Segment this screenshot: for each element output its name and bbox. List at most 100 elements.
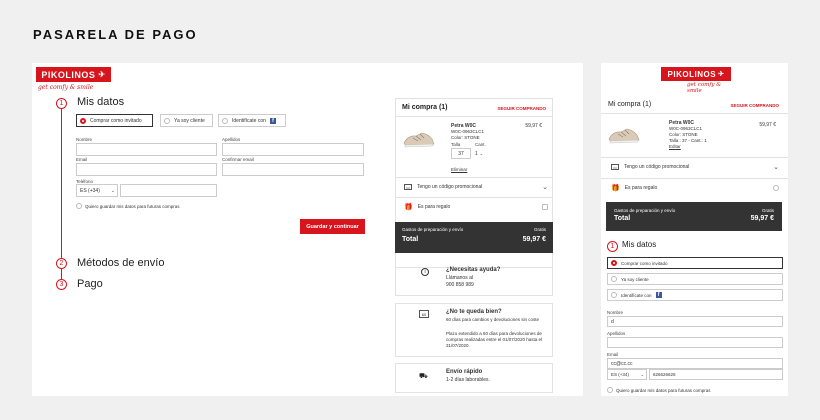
save-data-row[interactable]: Quiero guardar mis datos para futuras co… bbox=[76, 203, 180, 209]
step-1-label[interactable]: Mis datos bbox=[622, 240, 656, 249]
product-image[interactable] bbox=[402, 125, 436, 151]
save-data-row[interactable]: Quiero guardar mis datos para futuras co… bbox=[607, 387, 711, 393]
cart-divider bbox=[601, 113, 788, 114]
client-option[interactable]: Ya soy cliente bbox=[607, 273, 783, 285]
guest-radio[interactable] bbox=[80, 117, 86, 124]
phone-prefix-select[interactable]: ES (+34) ⌄ bbox=[607, 369, 647, 380]
help-box: i ¿Necesitas ayuda? Llámanos al 900 858 … bbox=[395, 262, 553, 296]
nombre-label: Nombre bbox=[76, 137, 93, 142]
guest-option-label: Comprar como invitado bbox=[90, 117, 142, 124]
gift-icon: 🎁 bbox=[404, 204, 413, 211]
promo-code-row[interactable]: ▭ Tengo un código promocional ⌄ bbox=[404, 180, 548, 194]
email-input[interactable] bbox=[76, 163, 217, 176]
total-value: 59,97 € bbox=[522, 236, 546, 243]
chevron-down-icon: ⌄ bbox=[773, 164, 779, 171]
brand-slogan: get comfy & smile bbox=[687, 82, 722, 94]
step-3-number: 3 bbox=[56, 279, 67, 290]
brand-logo[interactable]: PIKOLINOS ✈ get comfy & smile bbox=[661, 67, 731, 94]
phone-input[interactable] bbox=[120, 184, 217, 197]
chevron-down-icon: ⌄ bbox=[640, 372, 644, 377]
phone-prefix-value: ES (+34) bbox=[611, 372, 629, 377]
product-color: Color: STONE bbox=[669, 132, 698, 137]
fit-box: 60 ¿No te queda bien? 60 días para cambi… bbox=[395, 303, 553, 357]
apellidos-input[interactable] bbox=[222, 143, 364, 156]
bird-icon: ✈ bbox=[98, 70, 106, 79]
product-color: Color: STONE bbox=[451, 135, 480, 140]
brand-logo-box: PIKOLINOS ✈ bbox=[661, 67, 731, 81]
edit-product-link[interactable]: Editar bbox=[669, 144, 681, 149]
promo-code-row[interactable]: ▭ Tengo un código promocional ⌄ bbox=[611, 161, 779, 173]
step-2-label[interactable]: Métodos de envío bbox=[77, 257, 164, 269]
fit-line1: 60 días para cambios y devoluciones sin … bbox=[446, 317, 540, 322]
total-value: 59,97 € bbox=[750, 215, 774, 222]
cart-summary: Mi compra (1) SEGUIR COMPRANDO Petra W0C… bbox=[395, 98, 553, 268]
cart-divider bbox=[396, 177, 552, 178]
save-data-checkbox[interactable] bbox=[607, 387, 613, 393]
facebook-radio[interactable] bbox=[611, 292, 617, 298]
confirm-email-input[interactable] bbox=[222, 163, 364, 176]
facebook-radio[interactable] bbox=[222, 117, 228, 124]
help-phone[interactable]: 900 858 989 bbox=[446, 282, 474, 288]
step-3-label[interactable]: Pago bbox=[77, 278, 103, 290]
brand-logo-box: PIKOLINOS ✈ bbox=[36, 67, 111, 82]
shoe-icon bbox=[403, 132, 435, 148]
brand-slogan: get comfy & smile bbox=[38, 84, 94, 91]
facebook-option[interactable]: Identifícate con f bbox=[607, 289, 783, 301]
coupon-icon: ▭ bbox=[611, 164, 619, 170]
facebook-icon: f bbox=[269, 117, 276, 124]
email-input[interactable]: cc@cc.cc bbox=[607, 358, 783, 369]
promo-code-label: Tengo un código promocional bbox=[417, 184, 483, 190]
apellidos-input[interactable] bbox=[607, 337, 783, 348]
cant-select[interactable]: 1 ⌄ bbox=[475, 148, 491, 159]
mobile-checkout-panel: PIKOLINOS ✈ get comfy & smile Mi compra … bbox=[601, 63, 788, 396]
gift-checkbox[interactable] bbox=[773, 185, 779, 191]
truck-icon: ⛟ bbox=[419, 373, 428, 380]
save-data-checkbox[interactable] bbox=[76, 203, 82, 209]
phone-prefix-value: ES (+34) bbox=[80, 187, 100, 194]
client-radio[interactable] bbox=[164, 117, 170, 124]
bird-icon: ✈ bbox=[718, 71, 725, 78]
facebook-option-label: Identifícate con bbox=[232, 117, 266, 124]
phone-prefix-select[interactable]: ES (+34) ⌄ bbox=[76, 184, 118, 197]
client-option-label: Ya soy cliente bbox=[174, 117, 205, 124]
product-price: 59,97 € bbox=[759, 122, 776, 128]
chevron-down-icon: ⌄ bbox=[110, 187, 115, 194]
talla-input[interactable]: 37 bbox=[451, 148, 471, 159]
facebook-option[interactable]: Identifícate con f bbox=[218, 114, 286, 127]
guest-option[interactable]: Comprar como invitado bbox=[607, 257, 783, 269]
phone-input[interactable]: 626626626 bbox=[649, 369, 783, 380]
cart-divider bbox=[396, 116, 552, 117]
product-image[interactable] bbox=[607, 121, 641, 147]
shipping-value: Gratis bbox=[533, 227, 546, 232]
guest-radio[interactable] bbox=[611, 260, 617, 266]
nombre-input[interactable]: d bbox=[607, 316, 783, 327]
step-1-label[interactable]: Mis datos bbox=[77, 96, 124, 108]
remove-product-link[interactable]: Eliminar bbox=[451, 167, 467, 172]
cart-title: Mi compra (1) bbox=[608, 101, 652, 108]
cant-label: Cant. bbox=[475, 142, 486, 147]
client-option[interactable]: Ya soy cliente bbox=[160, 114, 213, 127]
continue-shopping-link[interactable]: SEGUIR COMPRANDO bbox=[730, 103, 779, 108]
gift-row[interactable]: 🎁 Es para regalo bbox=[611, 182, 779, 194]
save-data-label: Quiero guardar mis datos para futuras co… bbox=[85, 203, 180, 209]
guest-option-label: Comprar como invitado bbox=[621, 260, 668, 266]
shipping-value: Gratis bbox=[761, 208, 774, 213]
email-label: Email bbox=[76, 157, 88, 162]
gift-checkbox[interactable] bbox=[542, 204, 548, 210]
product-ref: W0C-0963CLC1 bbox=[451, 129, 485, 134]
brand-logo[interactable]: PIKOLINOS ✈ get comfy & smile bbox=[36, 67, 111, 95]
product-size-qty: Talla : 37 - Cant.: 1 bbox=[669, 138, 707, 143]
promo-code-label: Tengo un código promocional bbox=[624, 164, 690, 170]
info-icon: i bbox=[421, 268, 429, 276]
help-title: ¿Necesitas ayuda? bbox=[446, 267, 501, 273]
client-radio[interactable] bbox=[611, 276, 617, 282]
continue-shopping-link[interactable]: SEGUIR COMPRANDO bbox=[497, 106, 546, 111]
save-continue-button[interactable]: Guardar y continuar bbox=[300, 219, 365, 234]
gift-row[interactable]: 🎁 Es para regalo bbox=[404, 200, 548, 214]
nombre-input[interactable] bbox=[76, 143, 217, 156]
guest-option[interactable]: Comprar como invitado bbox=[76, 114, 153, 127]
client-option-label: Ya soy cliente bbox=[621, 276, 649, 282]
talla-label: Talla bbox=[451, 142, 461, 147]
facebook-icon: f bbox=[655, 292, 662, 298]
brand-name: PIKOLINOS bbox=[667, 69, 717, 79]
